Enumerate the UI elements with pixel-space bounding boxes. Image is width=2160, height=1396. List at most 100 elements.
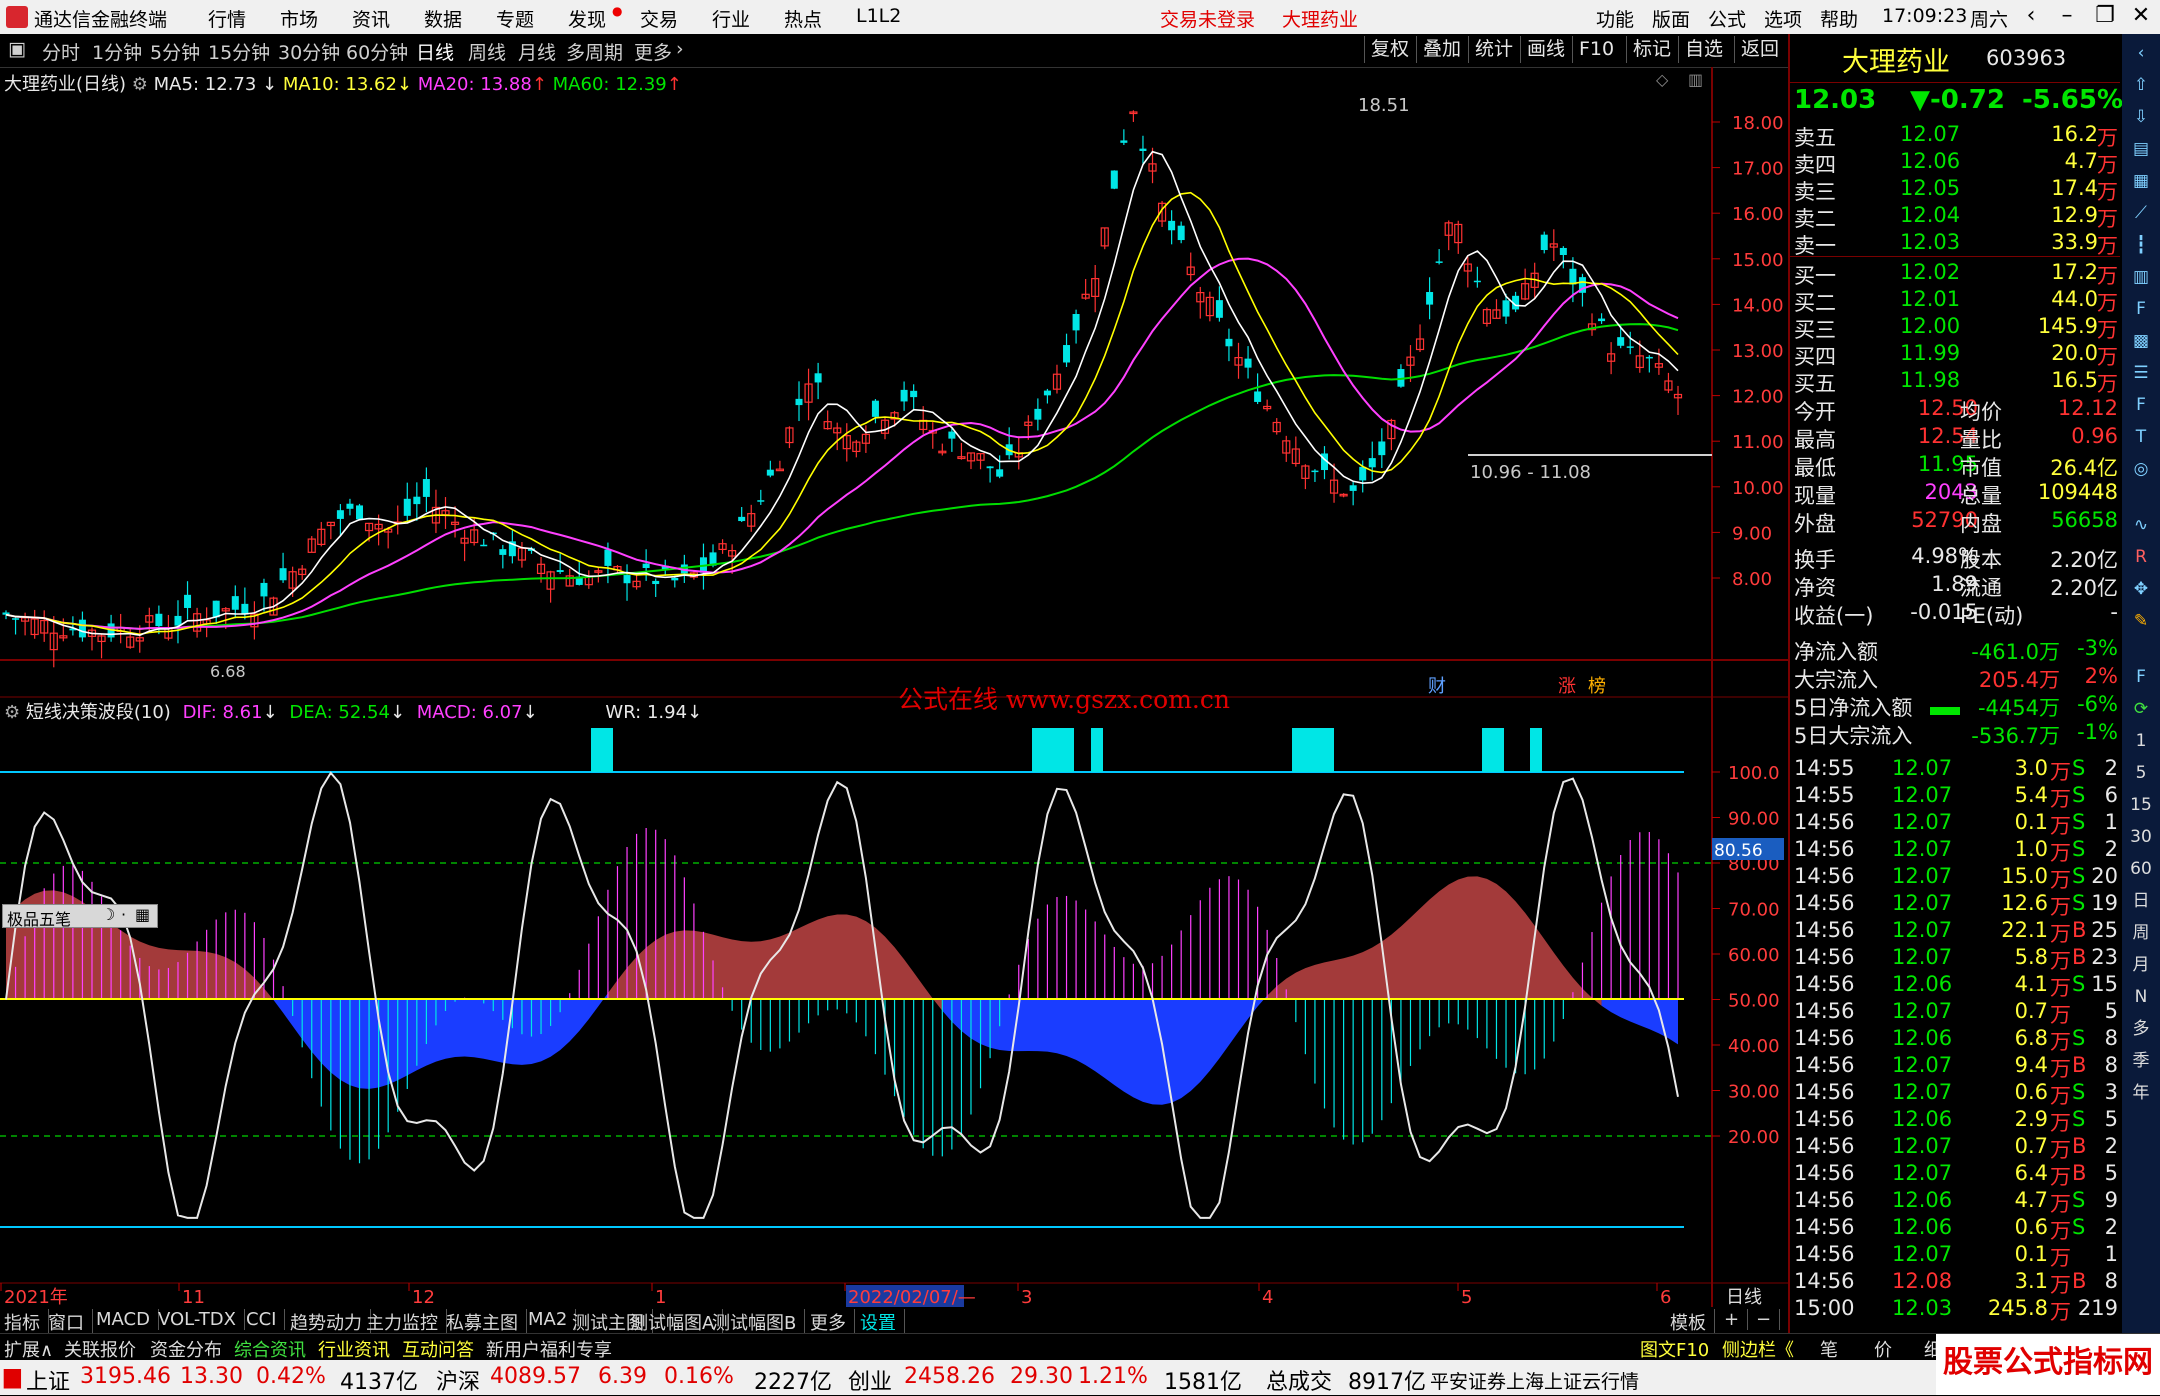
period-tab[interactable]: 15分钟 xyxy=(208,38,270,65)
period-tab[interactable]: 月线 xyxy=(518,38,556,65)
arrow-down-icon[interactable]: ⇩ xyxy=(2128,104,2154,130)
sh-label[interactable]: 上证 xyxy=(26,1364,70,1396)
indicator-tab[interactable]: 私募主图 xyxy=(446,1309,527,1335)
info-tab[interactable]: 行业资讯 xyxy=(318,1336,390,1362)
menu-gongneng[interactable]: 功能 xyxy=(1596,5,1634,32)
ime-punct-icon[interactable]: · xyxy=(121,905,126,924)
indicator-tab[interactable]: 更多 xyxy=(810,1309,855,1335)
indicator-tab[interactable]: MA2 xyxy=(528,1309,577,1330)
info-right-tab[interactable]: 笔 xyxy=(1820,1336,1838,1362)
info-right-tab[interactable]: 图文F10 xyxy=(1640,1336,1709,1362)
period-tab[interactable]: 分时 xyxy=(42,38,80,65)
hs-label[interactable]: 沪深 xyxy=(436,1364,480,1396)
panel-toggle-icon[interactable]: ▣ xyxy=(8,38,26,60)
marker-cai[interactable]: 财 xyxy=(1428,676,1446,697)
tongji-button[interactable]: 统计 xyxy=(1468,36,1519,63)
restore-icon[interactable]: ❐ xyxy=(2090,3,2120,31)
menu-hangye[interactable]: 行业 xyxy=(712,5,750,32)
chart-line-icon[interactable]: ⟋ xyxy=(2128,200,2154,226)
period-multi-icon[interactable]: 多 xyxy=(2128,1016,2154,1042)
menu-hangqing[interactable]: 行情 xyxy=(208,5,246,32)
indicator-tab[interactable]: VOL-TDX xyxy=(158,1309,245,1330)
indicator-tab[interactable]: 窗口 xyxy=(48,1309,93,1335)
period-month-icon[interactable]: 月 xyxy=(2128,952,2154,978)
text-icon[interactable]: T xyxy=(2128,424,2154,450)
close-icon[interactable]: ✕ xyxy=(2126,3,2156,31)
menu-gongshi[interactable]: 公式 xyxy=(1708,5,1746,32)
period-5-icon[interactable]: 5 xyxy=(2128,760,2154,786)
indicator-tab[interactable]: 趋势动力 xyxy=(290,1309,371,1335)
info-tab[interactable]: 关联报价 xyxy=(64,1336,136,1362)
indicator-tab[interactable]: 主力监控 xyxy=(366,1309,447,1335)
indicator-tab[interactable]: MACD xyxy=(96,1309,159,1330)
indicator-tab[interactable]: CCI xyxy=(246,1309,286,1330)
kline-chart[interactable]: 18.0017.0016.0015.0014.0013.0012.0011.00… xyxy=(0,67,1788,1307)
marker-bang[interactable]: 榜 xyxy=(1588,676,1606,697)
period-quarter-icon[interactable]: 季 xyxy=(2128,1048,2154,1074)
info-tab[interactable]: 互动问答 xyxy=(402,1336,474,1362)
f5-icon[interactable]: F xyxy=(2128,664,2154,690)
menu-redian[interactable]: 热点 xyxy=(784,5,822,32)
server-info[interactable]: 平安证券上海上证云行情 xyxy=(1430,1367,1639,1394)
zixuan-button[interactable]: 自选 xyxy=(1678,36,1729,63)
period-tab[interactable]: 1分钟 xyxy=(92,38,142,65)
indicator-tab[interactable]: 测试幅图A xyxy=(630,1309,724,1335)
grid-icon[interactable]: ▩ xyxy=(2128,328,2154,354)
period-week-icon[interactable]: 周 xyxy=(2128,920,2154,946)
list-icon[interactable]: ☰ xyxy=(2128,360,2154,386)
chevron-left-icon[interactable]: ‹ xyxy=(2128,40,2154,66)
period-15-icon[interactable]: 15 xyxy=(2128,792,2154,818)
period-tab-active[interactable]: 日线 xyxy=(416,38,454,65)
f2-icon[interactable]: F xyxy=(2128,392,2154,418)
info-tab[interactable]: 资金分布 xyxy=(150,1336,222,1362)
settings-icon[interactable]: ⚙ xyxy=(132,74,148,95)
period-year-icon[interactable]: 年 xyxy=(2128,1080,2154,1106)
cy-label[interactable]: 创业 xyxy=(848,1364,892,1396)
marker-zhang[interactable]: 涨 xyxy=(1558,676,1576,697)
wave-icon[interactable]: ∿ xyxy=(2128,512,2154,538)
refresh-icon[interactable]: ⟳ xyxy=(2128,696,2154,722)
period-tab[interactable]: 60分钟 xyxy=(346,38,408,65)
arrow-up-icon[interactable]: ⇧ xyxy=(2128,72,2154,98)
period-tab[interactable]: 多周期 xyxy=(566,38,623,65)
menu-shichang[interactable]: 市场 xyxy=(280,5,318,32)
menu-bangzhu[interactable]: 帮助 xyxy=(1820,5,1858,32)
menu-jiaoyi[interactable]: 交易 xyxy=(640,5,678,32)
info-tab[interactable]: 扩展∧ xyxy=(4,1336,53,1362)
indicator-tab[interactable]: 指标 xyxy=(4,1309,49,1335)
menu-zhuanti[interactable]: 专题 xyxy=(496,5,534,32)
indicator-tab[interactable]: 测试幅图B xyxy=(712,1309,806,1335)
ime-keyboard-icon[interactable]: ▦ xyxy=(135,905,150,924)
period-tab[interactable]: 周线 xyxy=(468,38,506,65)
move-icon[interactable]: ✥ xyxy=(2128,576,2154,602)
menu-xuanxiang[interactable]: 选项 xyxy=(1764,5,1802,32)
ime-moon-icon[interactable]: ☽ xyxy=(101,905,115,924)
settings-icon[interactable]: ⚙ xyxy=(4,702,20,723)
period-day-icon[interactable]: 日 xyxy=(2128,888,2154,914)
login-status[interactable]: 交易未登录 xyxy=(1160,5,1255,32)
period-60-icon[interactable]: 60 xyxy=(2128,856,2154,882)
target-icon[interactable]: ◎ xyxy=(2128,456,2154,482)
kline-icon[interactable]: ┇ xyxy=(2128,232,2154,258)
fanhui-button[interactable]: 返回 xyxy=(1734,36,1785,63)
indicator-tab[interactable]: 设置 xyxy=(860,1309,905,1335)
ime-toolbar[interactable]: 极品五笔 ☽ · ▦ xyxy=(2,904,158,929)
info-right-tab[interactable]: 价 xyxy=(1874,1336,1892,1362)
diejia-button[interactable]: 叠加 xyxy=(1416,36,1467,63)
add-pane-icon[interactable]: + xyxy=(1724,1309,1749,1330)
period-tab[interactable]: 5分钟 xyxy=(150,38,200,65)
template-button[interactable]: 模板 xyxy=(1670,1309,1715,1335)
table-icon[interactable]: ▦ xyxy=(2128,168,2154,194)
book-icon[interactable]: ▥ xyxy=(2128,264,2154,290)
menu-faxian[interactable]: 发现 xyxy=(568,5,606,32)
period-n-icon[interactable]: N xyxy=(2128,984,2154,1010)
back-icon[interactable]: ‹ xyxy=(2016,3,2046,31)
info-tab[interactable]: 综合资讯 xyxy=(234,1336,306,1362)
info-right-tab[interactable]: 侧边栏《 xyxy=(1722,1336,1794,1362)
fuquan-button[interactable]: 复权 xyxy=(1364,36,1415,63)
info-tab[interactable]: 新用户福利专享 xyxy=(486,1336,612,1362)
menu-zixun[interactable]: 资讯 xyxy=(352,5,390,32)
menu-banmian[interactable]: 版面 xyxy=(1652,5,1690,32)
rsi-icon[interactable]: R xyxy=(2128,544,2154,570)
menu-shuju[interactable]: 数据 xyxy=(424,5,462,32)
